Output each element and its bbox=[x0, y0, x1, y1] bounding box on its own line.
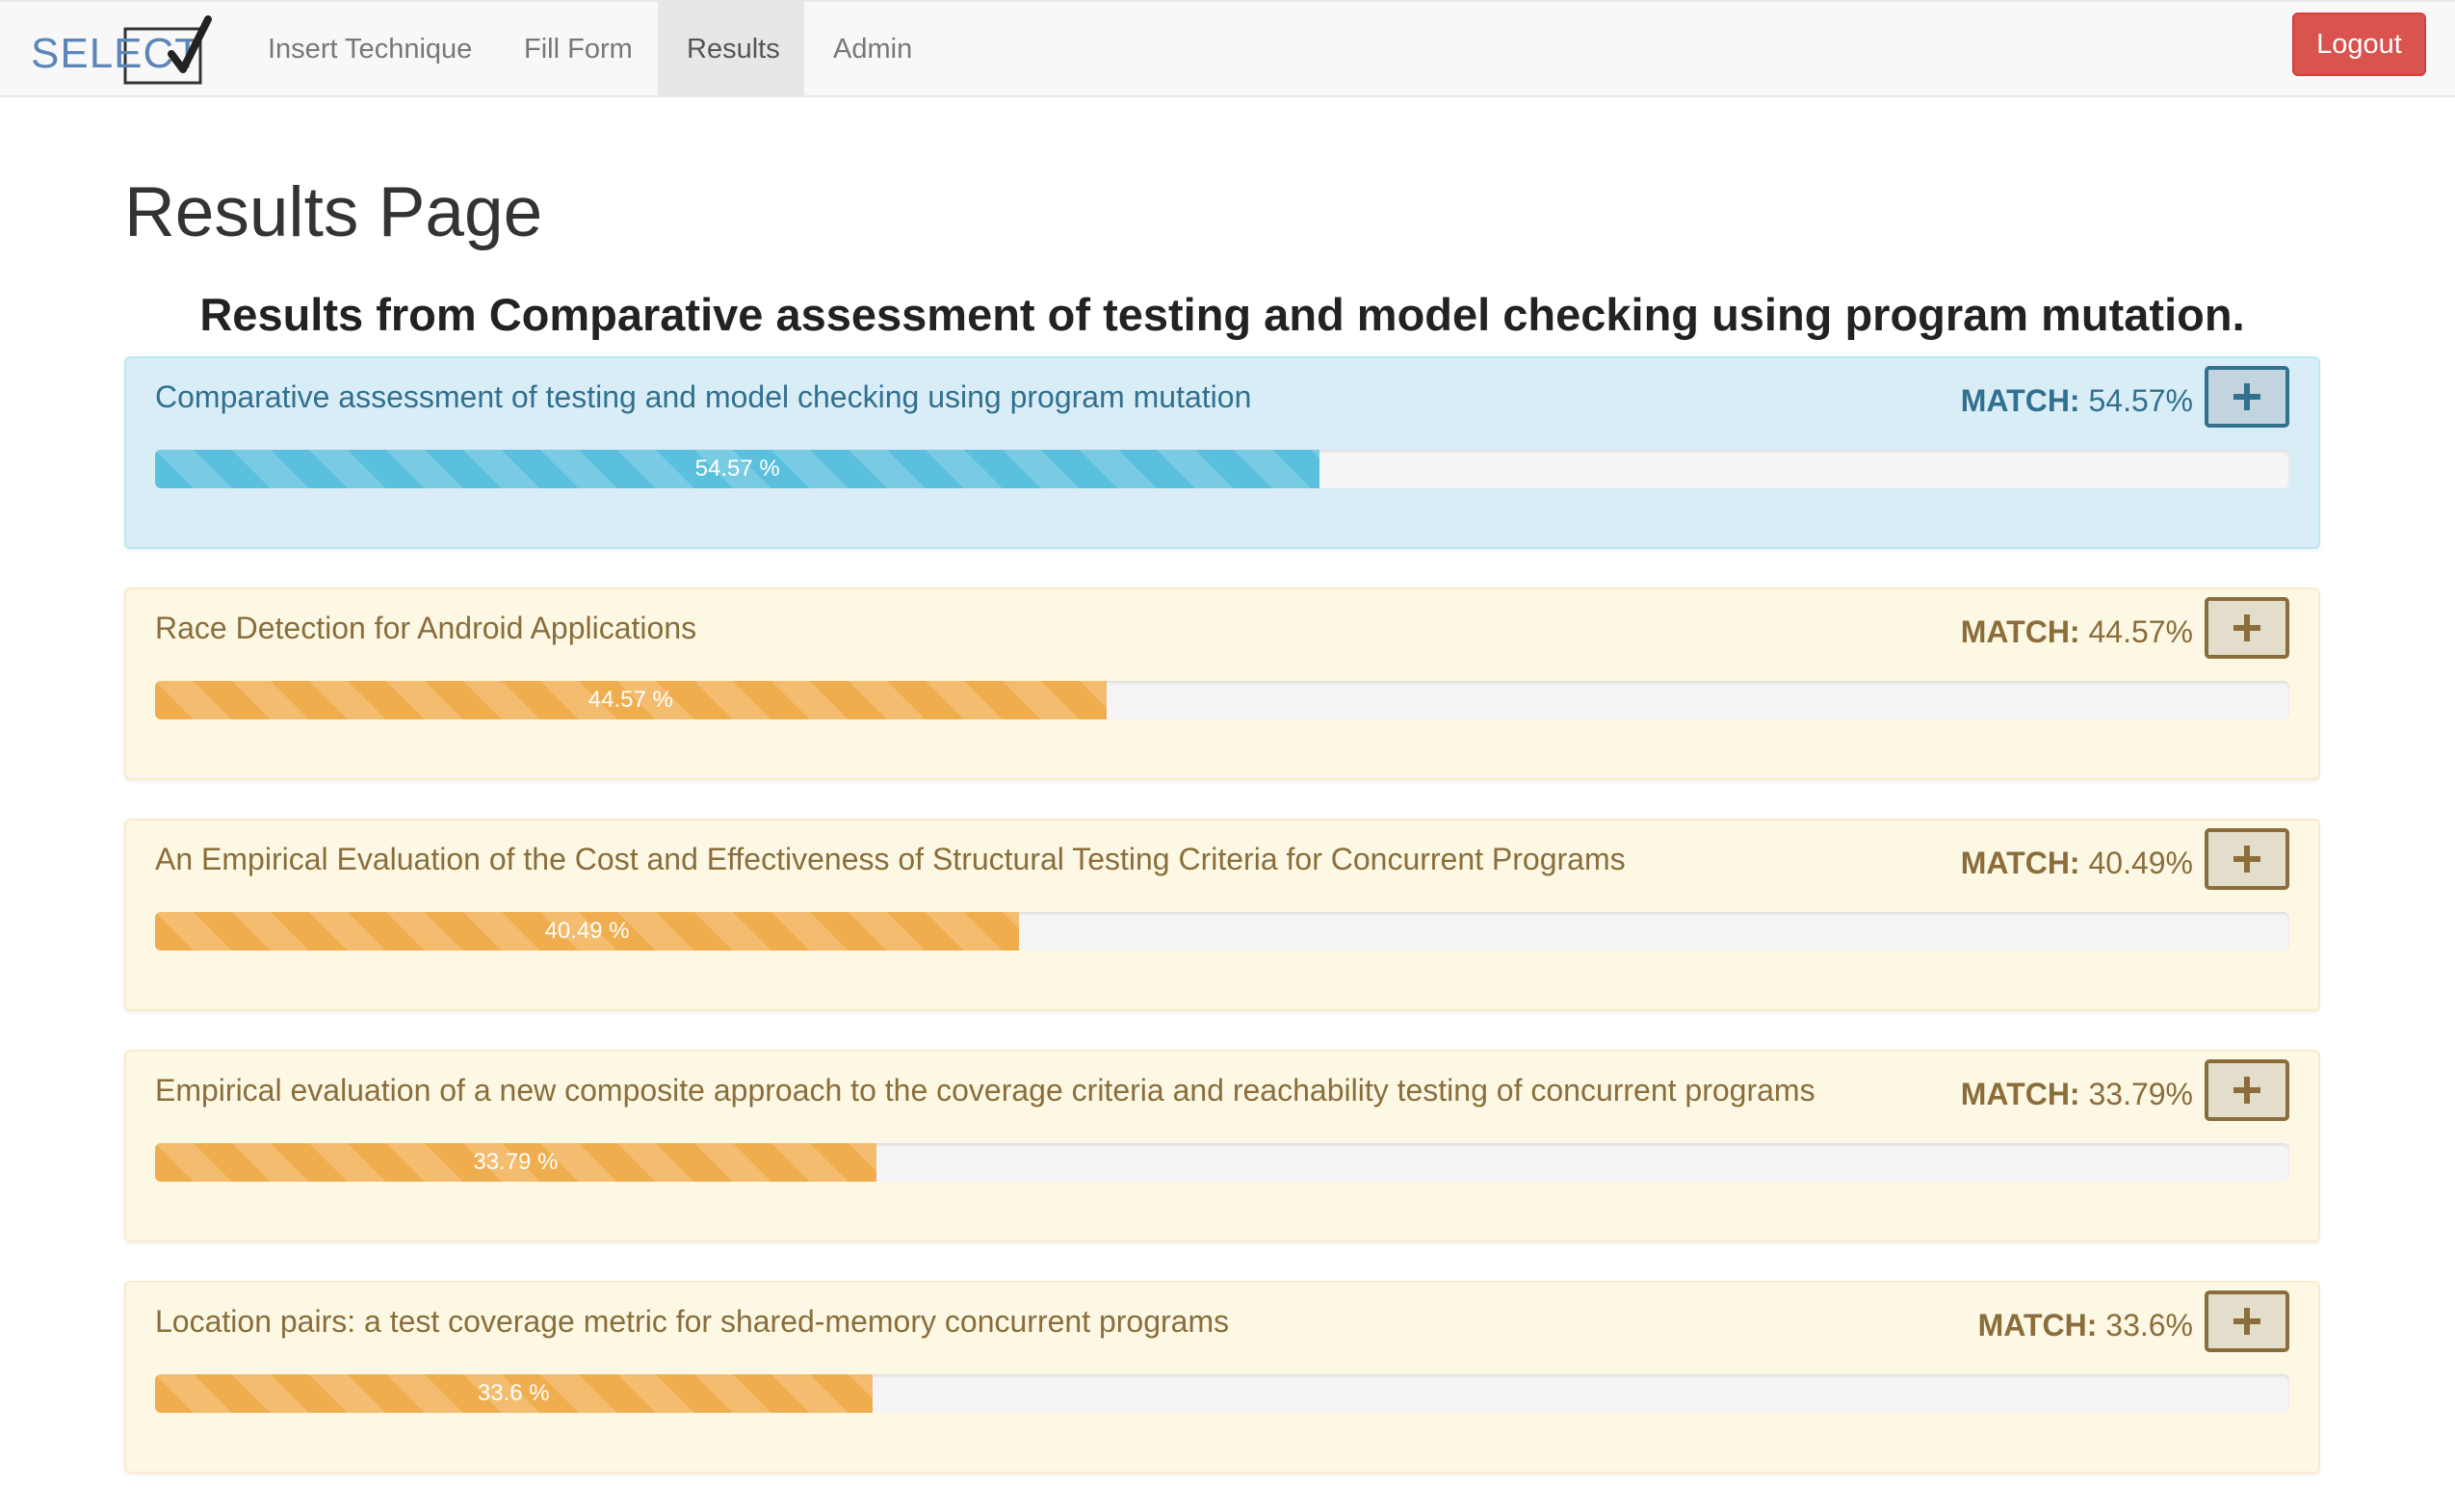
result-title: Location pairs: a test coverage metric f… bbox=[155, 1304, 1230, 1339]
match-progress: 33.79 % bbox=[155, 1143, 2289, 1182]
brand-logo[interactable]: SELECT bbox=[29, 15, 216, 87]
result-panel: Comparative assessment of testing and mo… bbox=[124, 356, 2320, 549]
match-score: MATCH: 54.57% bbox=[1961, 379, 2193, 422]
result-panel: An Empirical Evaluation of the Cost and … bbox=[124, 819, 2320, 1011]
page-title: Results Page bbox=[124, 173, 543, 251]
expand-button[interactable] bbox=[2205, 828, 2289, 890]
match-label: MATCH: bbox=[1960, 614, 2080, 649]
result-title: Race Detection for Android Applications bbox=[155, 611, 697, 645]
nav-fill-form[interactable]: Fill Form bbox=[495, 2, 662, 97]
expand-button[interactable] bbox=[2205, 366, 2289, 428]
logout-button[interactable]: Logout bbox=[2292, 13, 2426, 76]
page-subtitle: Results from Comparative assessment of t… bbox=[199, 289, 2245, 340]
navbar: SELECT Insert Technique Fill Form Result… bbox=[0, 0, 2455, 97]
match-progress: 44.57 % bbox=[155, 681, 2289, 719]
match-label: MATCH: bbox=[1977, 1308, 2098, 1343]
nav-results[interactable]: Results bbox=[658, 2, 804, 97]
expand-button[interactable] bbox=[2205, 1290, 2289, 1352]
nav-insert-technique[interactable]: Insert Technique bbox=[239, 2, 501, 97]
progress-bar: 33.79 % bbox=[155, 1143, 876, 1182]
match-progress: 33.6 % bbox=[155, 1374, 2289, 1413]
progress-bar: 44.57 % bbox=[155, 681, 1107, 719]
match-progress: 40.49 % bbox=[155, 912, 2289, 951]
match-value: 33.79% bbox=[2088, 1077, 2193, 1111]
result-title: Empirical evaluation of a new composite … bbox=[155, 1073, 1815, 1108]
match-label: MATCH: bbox=[1960, 1077, 2080, 1111]
match-label: MATCH: bbox=[1960, 846, 2080, 880]
expand-button[interactable] bbox=[2205, 597, 2289, 659]
nav-admin[interactable]: Admin bbox=[804, 2, 941, 97]
expand-button[interactable] bbox=[2205, 1059, 2289, 1121]
match-score: MATCH: 40.49% bbox=[1961, 842, 2193, 884]
result-panel: Empirical evaluation of a new composite … bbox=[124, 1050, 2320, 1242]
match-score: MATCH: 33.6% bbox=[1978, 1304, 2193, 1346]
match-value: 33.6% bbox=[2105, 1308, 2193, 1343]
match-progress: 54.57 % bbox=[155, 450, 2289, 488]
result-title: An Empirical Evaluation of the Cost and … bbox=[155, 842, 1626, 876]
progress-bar: 40.49 % bbox=[155, 912, 1020, 951]
results-list: Comparative assessment of testing and mo… bbox=[124, 356, 2320, 1512]
result-panel: Race Detection for Android Applications M… bbox=[124, 587, 2320, 780]
match-value: 40.49% bbox=[2088, 846, 2193, 880]
result-panel: Location pairs: a test coverage metric f… bbox=[124, 1281, 2320, 1473]
match-score: MATCH: 44.57% bbox=[1961, 611, 2193, 653]
select-logo-icon: SELECT bbox=[31, 15, 212, 85]
match-score: MATCH: 33.79% bbox=[1961, 1073, 2193, 1115]
progress-bar: 33.6 % bbox=[155, 1374, 873, 1413]
result-title: Comparative assessment of testing and mo… bbox=[155, 379, 1252, 414]
match-value: 44.57% bbox=[2088, 614, 2193, 649]
match-value: 54.57% bbox=[2088, 383, 2193, 418]
progress-bar: 54.57 % bbox=[155, 450, 1320, 488]
match-label: MATCH: bbox=[1960, 383, 2080, 418]
